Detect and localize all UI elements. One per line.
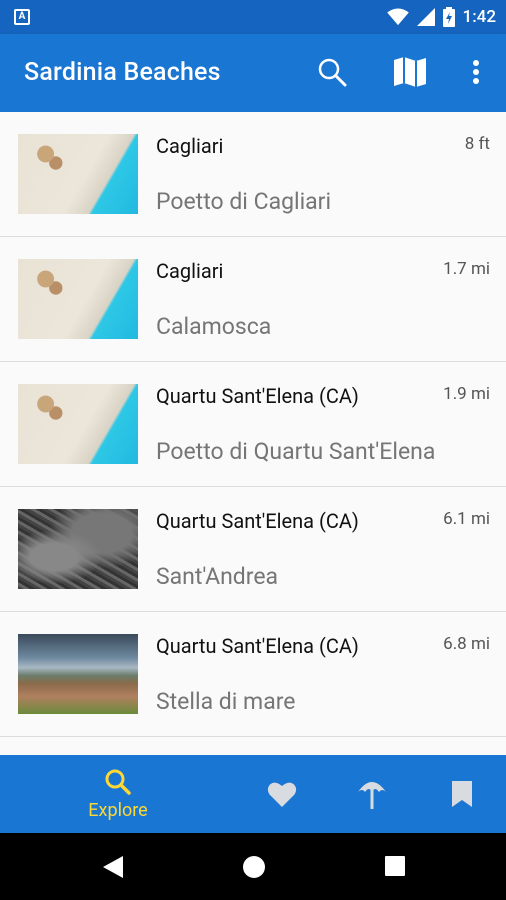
beach-umbrella-icon <box>358 782 386 809</box>
beach-thumbnail <box>18 134 138 214</box>
beach-city: Quartu Sant'Elena (CA) <box>156 509 359 533</box>
beach-city: Cagliari <box>156 134 224 158</box>
nav-explore[interactable]: Explore <box>72 755 164 833</box>
clock: 1:42 <box>462 7 496 27</box>
beach-distance: 1.9 mi <box>443 384 490 404</box>
overflow-menu-button[interactable] <box>458 54 494 90</box>
beach-thumbnail <box>18 384 138 464</box>
beach-city: Cagliari <box>156 259 224 283</box>
search-icon <box>318 58 347 87</box>
beach-name: Poetto di Quartu Sant'Elena <box>156 438 436 465</box>
search-icon <box>105 769 131 795</box>
beach-distance: 1.7 mi <box>443 259 490 279</box>
beach-name: Stella di mare <box>156 688 296 715</box>
battery-icon <box>442 7 455 27</box>
status-icons: 1:42 <box>386 6 496 28</box>
notification-app-icon: A <box>14 9 30 25</box>
recents-icon[interactable] <box>384 855 406 877</box>
beach-thumbnail <box>18 509 138 589</box>
app-bar: Sardinia Beaches <box>0 34 506 112</box>
beach-name: Calamosca <box>156 313 272 340</box>
nav-explore-label: Explore <box>88 799 148 821</box>
home-icon[interactable] <box>242 855 266 879</box>
app-title: Sardinia Beaches <box>24 58 221 87</box>
heart-icon <box>267 782 297 807</box>
beach-distance: 6.1 mi <box>443 509 490 529</box>
status-bar: A 1:42 <box>0 0 506 34</box>
beach-name: Poetto di Cagliari <box>156 188 332 215</box>
signal-icon <box>416 8 435 26</box>
beach-thumbnail <box>18 259 138 339</box>
beach-list-item[interactable]: Quartu Sant'Elena (CA) 6.1 mi Sant'Andre… <box>0 487 506 612</box>
bottom-navigation: Explore <box>0 755 506 833</box>
beach-name: Sant'Andrea <box>156 563 279 590</box>
beach-distance: 6.8 mi <box>443 634 490 654</box>
back-icon[interactable] <box>102 855 124 879</box>
nav-beach-umbrella[interactable] <box>348 755 396 833</box>
beach-list[interactable]: Cagliari 8 ft Poetto di Cagliari Cagliar… <box>0 112 506 755</box>
beach-list-item[interactable]: Cagliari 8 ft Poetto di Cagliari <box>0 112 506 237</box>
beach-list-item[interactable]: Quartu Sant'Elena (CA) 1.9 mi Poetto di … <box>0 362 506 487</box>
nav-bookmarks[interactable] <box>438 755 486 833</box>
more-vert-icon <box>473 60 479 84</box>
beach-list-item[interactable]: Quartu Sant'Elena (CA) 6.8 mi Stella di … <box>0 612 506 737</box>
beach-thumbnail <box>18 634 138 714</box>
system-navigation-bar <box>0 833 506 900</box>
nav-favorites[interactable] <box>258 755 306 833</box>
map-button[interactable] <box>392 54 428 90</box>
wifi-icon <box>386 8 409 26</box>
beach-city: Quartu Sant'Elena (CA) <box>156 634 359 658</box>
search-button[interactable] <box>314 54 350 90</box>
map-icon <box>394 57 426 87</box>
beach-list-item[interactable]: Cagliari 1.7 mi Calamosca <box>0 237 506 362</box>
bookmark-icon <box>452 781 472 807</box>
beach-distance: 8 ft <box>464 134 490 154</box>
beach-city: Quartu Sant'Elena (CA) <box>156 384 359 408</box>
